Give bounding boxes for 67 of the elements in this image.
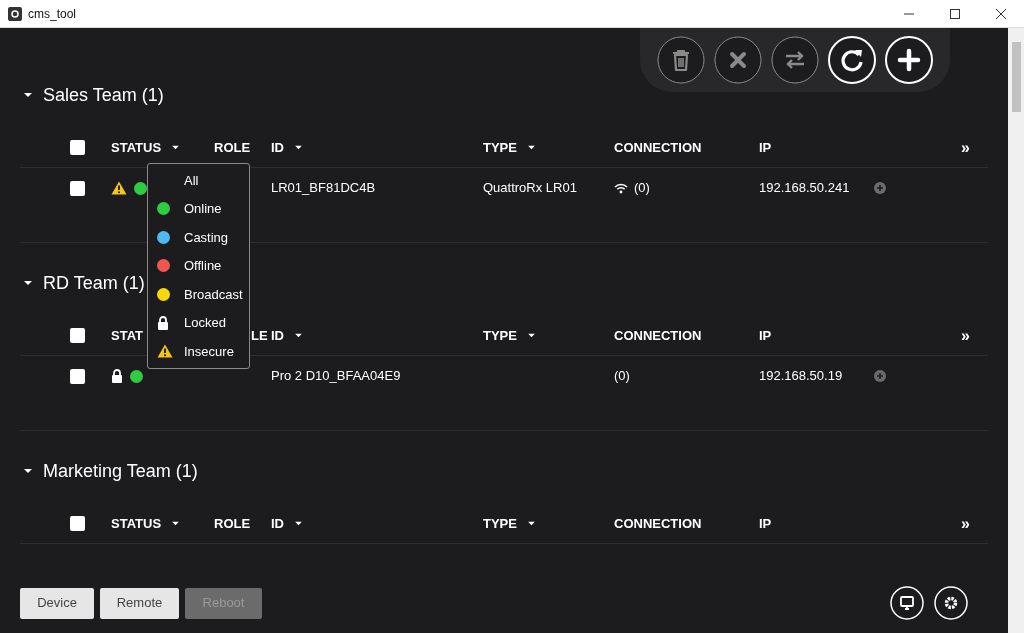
app-icon xyxy=(8,6,22,21)
sort-caret-icon[interactable] xyxy=(171,521,181,526)
menu-item[interactable]: Broadcast xyxy=(184,284,243,304)
table-cell: 192.168.50.241 xyxy=(759,180,850,196)
sort-caret-icon[interactable] xyxy=(171,145,181,150)
column-header[interactable]: ROLE xyxy=(214,513,251,534)
column-header[interactable]: TYPE xyxy=(483,325,517,346)
scrollbar[interactable] xyxy=(1008,28,1024,633)
column-header[interactable]: ID xyxy=(271,325,284,346)
column-header[interactable]: TYPE xyxy=(483,137,517,158)
checkbox[interactable] xyxy=(70,328,85,343)
expand-caret-icon[interactable] xyxy=(23,92,33,98)
table-cell: LR01_BF81DC4B xyxy=(271,180,376,196)
monitor-icon[interactable] xyxy=(890,586,924,620)
settings-icon[interactable] xyxy=(934,586,968,620)
add-icon[interactable] xyxy=(874,182,886,194)
group-title: RD Team (1) xyxy=(43,271,145,295)
sort-caret-icon[interactable] xyxy=(294,333,303,338)
table-cell-text: (0) xyxy=(614,367,630,386)
column-header[interactable]: IP xyxy=(759,325,772,346)
group-title: Marketing Team (1) xyxy=(43,459,198,483)
column-header[interactable]: CONNECTION xyxy=(614,513,702,534)
action-button[interactable]: Device xyxy=(20,587,94,619)
column-header[interactable]: IP xyxy=(759,137,772,158)
column-header[interactable]: ID xyxy=(271,137,284,158)
checkbox[interactable] xyxy=(70,140,85,155)
add-button[interactable] xyxy=(885,36,933,84)
menu-item[interactable]: All xyxy=(184,170,199,190)
sort-caret-icon[interactable] xyxy=(526,333,536,338)
column-header[interactable]: TYPE xyxy=(483,513,517,534)
sort-caret-icon[interactable] xyxy=(294,521,303,526)
column-header[interactable]: ID xyxy=(271,513,284,534)
menu-item[interactable]: Online xyxy=(184,199,222,219)
table-cell: QuattroRx LR01 xyxy=(483,180,577,196)
table-cell: Pro 2 D10_BFAA04E9 xyxy=(271,368,401,384)
menu-item[interactable]: Offline xyxy=(184,256,222,276)
refresh-button[interactable] xyxy=(828,36,876,84)
action-button[interactable]: Remote xyxy=(100,587,179,619)
column-header[interactable]: ROLE xyxy=(214,137,251,158)
column-header[interactable]: LE xyxy=(251,325,268,346)
table-cell: 192.168.50.19 xyxy=(759,368,843,384)
menu-item[interactable]: Insecure xyxy=(184,341,234,361)
sort-caret-icon[interactable] xyxy=(294,145,303,150)
column-header[interactable]: CONNECTION xyxy=(614,325,702,346)
add-icon[interactable] xyxy=(874,370,886,382)
expand-columns-button[interactable]: » xyxy=(961,511,970,536)
sort-caret-icon[interactable] xyxy=(526,521,536,526)
lock-icon xyxy=(157,315,169,330)
checkbox[interactable] xyxy=(70,516,85,531)
window-title: cms_tool xyxy=(28,5,77,23)
menu-item[interactable]: Locked xyxy=(184,313,226,333)
expand-caret-icon[interactable] xyxy=(23,280,33,286)
column-header[interactable]: STATUS xyxy=(111,137,162,158)
sort-caret-icon[interactable] xyxy=(526,145,536,150)
expand-columns-button[interactable]: » xyxy=(961,135,970,160)
menu-item[interactable]: Casting xyxy=(184,227,229,247)
column-header[interactable]: STATUS xyxy=(111,513,162,534)
expand-caret-icon[interactable] xyxy=(23,468,33,474)
checkbox[interactable] xyxy=(70,368,85,384)
group-title: Sales Team (1) xyxy=(43,83,164,107)
expand-columns-button[interactable]: » xyxy=(961,323,970,348)
table-cell-text: (0) xyxy=(634,179,650,198)
checkbox[interactable] xyxy=(70,180,85,196)
column-header[interactable]: IP xyxy=(759,513,772,534)
column-header[interactable]: STAT xyxy=(111,325,143,346)
column-header[interactable]: CONNECTION xyxy=(614,137,702,158)
warning-icon xyxy=(157,344,173,359)
